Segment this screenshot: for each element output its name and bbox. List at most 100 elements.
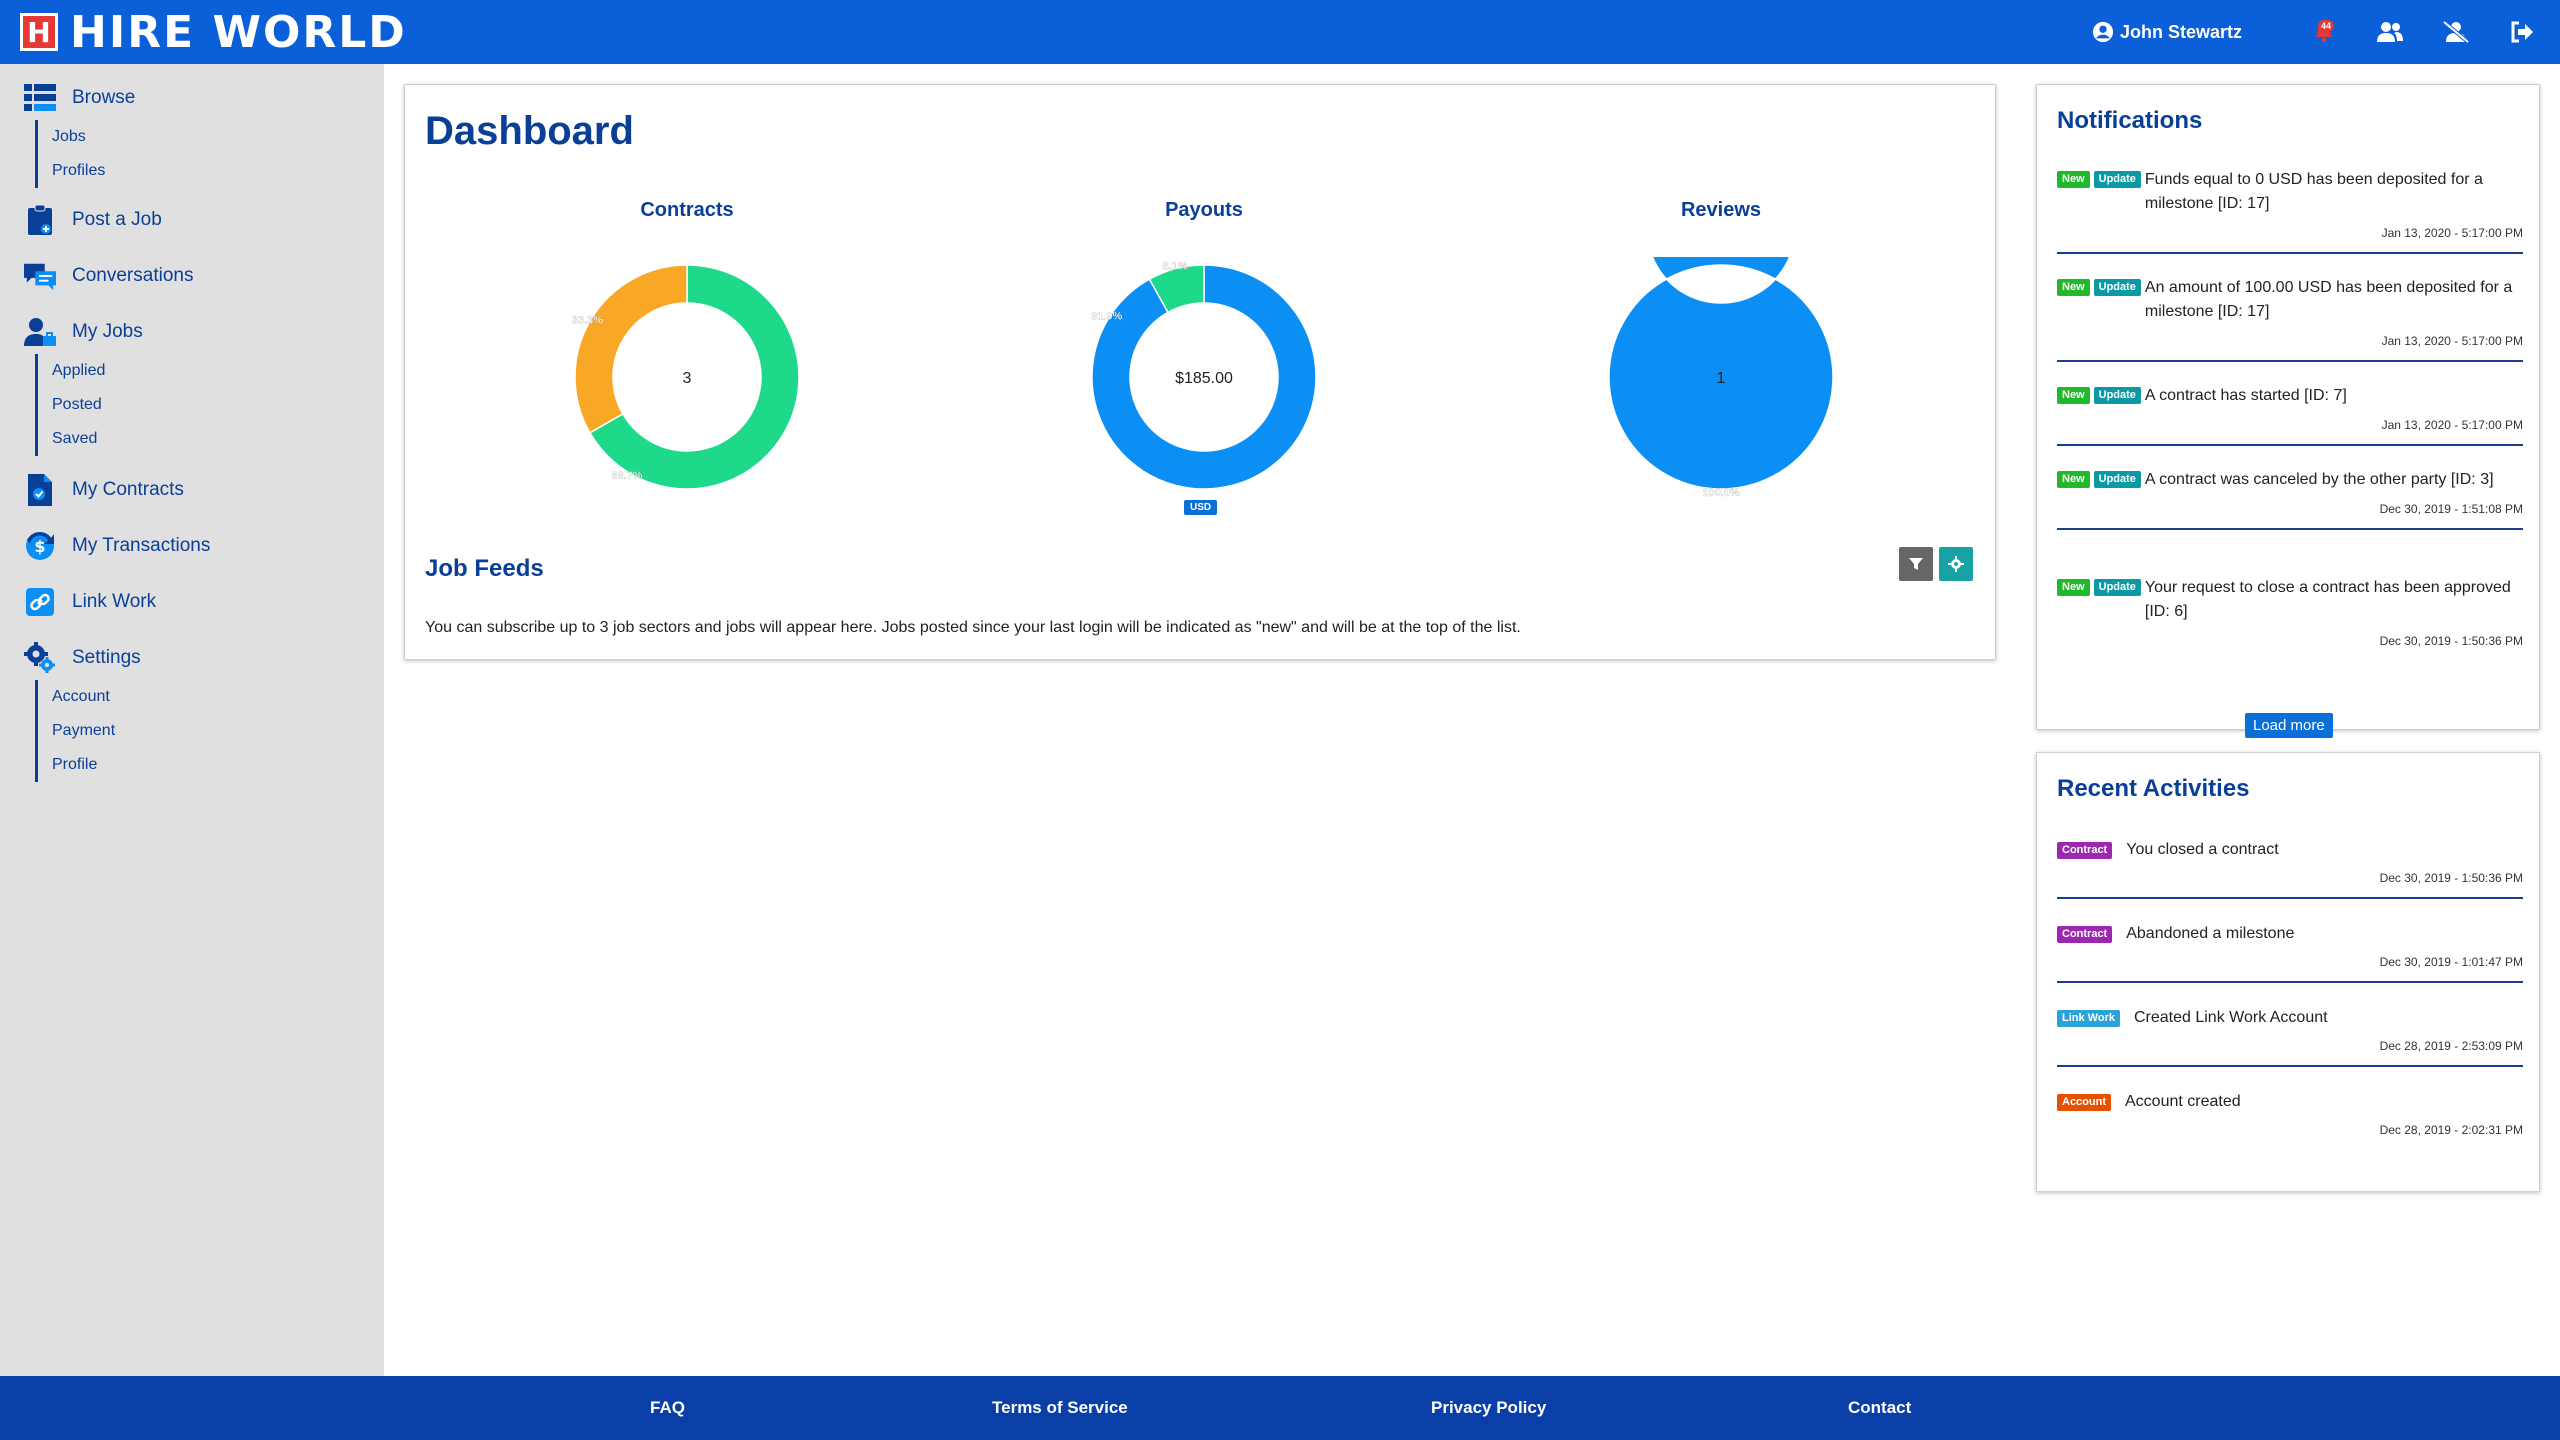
logo-mark: H — [20, 13, 58, 51]
update-tag: Update — [2093, 171, 2141, 188]
recent-activities-card: Recent Activities Contract You closed a c… — [2036, 752, 2540, 1192]
notification-item[interactable]: New Update A contract has started [ID: 7] … — [2057, 387, 2523, 446]
sidebar-item-label: My Jobs — [72, 321, 143, 342]
notification-item[interactable]: New Update An amount of 100.00 USD has bee… — [2057, 279, 2523, 362]
contract-tag: Contract — [2057, 925, 2113, 943]
sidebar-item-post-job[interactable]: Post a Job — [24, 202, 162, 238]
sidebar-item-my-jobs[interactable]: My Jobs — [24, 314, 143, 350]
activity-date: Dec 28, 2019 - 2:53:09 PM — [2379, 1039, 2523, 1053]
sidebar-item-conversations[interactable]: Conversations — [24, 258, 193, 294]
notification-item[interactable]: New Update Funds equal to 0 USD has been d… — [2057, 171, 2523, 254]
activity-message: Created Link Work Account — [2133, 1009, 2328, 1026]
sidebar-subitem-applied[interactable]: Applied — [52, 354, 143, 388]
sidebar-item-label: My Contracts — [72, 479, 184, 500]
divider — [2057, 1065, 2523, 1067]
logout-button[interactable] — [2502, 12, 2542, 52]
notification-date: Dec 30, 2019 - 1:50:36 PM — [2379, 634, 2523, 648]
footer-link-contact[interactable]: Contact — [1848, 1398, 1911, 1418]
sidebar-item-my-transactions[interactable]: $ My Transactions — [24, 528, 210, 564]
sidebar-conversations: Conversations — [24, 258, 193, 294]
logout-icon — [2511, 21, 2533, 43]
new-tag: New — [2057, 579, 2090, 596]
footer-link-terms[interactable]: Terms of Service — [992, 1398, 1128, 1418]
link-icon — [24, 586, 56, 618]
slice-label: 91.9% — [1091, 311, 1122, 323]
footer-link-faq[interactable]: FAQ — [650, 1398, 685, 1418]
user-slash-button[interactable] — [2436, 12, 2476, 52]
notification-item[interactable]: New Update Your request to close a contrac… — [2057, 579, 2523, 648]
divider — [2057, 444, 2523, 446]
divider — [2057, 528, 2523, 530]
sidebar-settings: Settings Account Payment Profile — [24, 640, 141, 782]
sidebar-subitem-posted[interactable]: Posted — [52, 388, 143, 422]
donut-center-label: 3 — [683, 370, 692, 387]
sidebar-item-link-work[interactable]: Link Work — [24, 584, 156, 620]
notification-date: Jan 13, 2020 - 5:17:00 PM — [2381, 334, 2523, 348]
alerts-button[interactable]: 44 — [2304, 12, 2344, 52]
notification-message: An amount of 100.00 USD has been deposit… — [2144, 279, 2513, 320]
job-feeds-description: You can subscribe up to 3 job sectors an… — [425, 619, 1521, 636]
chart-title-contracts: Contracts — [640, 199, 734, 221]
activity-date: Dec 30, 2019 - 1:01:47 PM — [2379, 955, 2523, 969]
notification-message: A contract was canceled by the other par… — [2144, 471, 2494, 488]
sidebar-subitem-payment[interactable]: Payment — [52, 714, 141, 748]
slice-label: 100.0% — [1702, 487, 1740, 497]
notification-message: Funds equal to 0 USD has been deposited … — [2144, 171, 2483, 212]
activity-item: Contract Abandoned a milestone Dec 30, 20… — [2057, 925, 2523, 983]
slice-label: 66.7% — [611, 470, 642, 482]
notifications-card: Notifications New Update Funds equal to 0 … — [2036, 84, 2540, 738]
donut-center-label: 1 — [1717, 370, 1726, 387]
activity-date: Dec 30, 2019 - 1:50:36 PM — [2379, 871, 2523, 885]
sidebar-item-label: Post a Job — [72, 209, 162, 230]
sidebar: Browse Jobs Profiles Post a Job Conversa… — [0, 64, 384, 1376]
new-tag: New — [2057, 387, 2090, 404]
user-name: John Stewartz — [2119, 21, 2242, 42]
recent-activities-title: Recent Activities — [2057, 775, 2250, 802]
top-bar: H HIRE WORLD John Stewartz 44 — [0, 0, 2560, 64]
divider — [2057, 360, 2523, 362]
sidebar-subitem-saved[interactable]: Saved — [52, 422, 143, 456]
currency-tag[interactable]: USD — [1184, 500, 1218, 515]
notification-date: Jan 13, 2020 - 5:17:00 PM — [2381, 226, 2523, 240]
load-more-button[interactable]: Load more — [2245, 713, 2333, 738]
dashboard-card: Dashboard Contracts Payouts Reviews 66.7… — [404, 84, 1996, 660]
footer-link-privacy[interactable]: Privacy Policy — [1431, 1398, 1546, 1418]
donut-center-label: $185.00 — [1175, 370, 1233, 387]
top-nav: John Stewartz 44 — [2092, 0, 2542, 64]
user-briefcase-icon — [24, 316, 56, 348]
new-tag: New — [2057, 279, 2090, 296]
notification-item[interactable]: New Update A contract was canceled by the … — [2057, 471, 2523, 530]
sidebar-post-job: Post a Job — [24, 202, 162, 238]
sidebar-link-work: Link Work — [24, 584, 156, 620]
contract-icon — [24, 474, 56, 506]
feed-settings-button[interactable] — [1939, 547, 1973, 581]
user-menu[interactable]: John Stewartz — [2092, 21, 2242, 43]
filter-button[interactable] — [1899, 547, 1933, 581]
sidebar-item-my-contracts[interactable]: My Contracts — [24, 472, 184, 508]
logo[interactable]: H HIRE WORLD — [20, 7, 407, 58]
new-tag: New — [2057, 171, 2090, 188]
users-button[interactable] — [2370, 12, 2410, 52]
chart-title-payouts: Payouts — [1165, 199, 1243, 221]
payouts-donut-chart: 91.9% 8.1% $185.00 — [1091, 261, 1317, 490]
donut-slice[interactable] — [574, 264, 688, 434]
clipboard-icon — [24, 204, 56, 236]
sidebar-subitem-account[interactable]: Account — [52, 680, 141, 714]
activity-message: You closed a contract — [2126, 841, 2279, 858]
sidebar-item-label: Link Work — [72, 591, 157, 612]
chart-title-reviews: Reviews — [1680, 199, 1762, 221]
sidebar-subitem-jobs[interactable]: Jobs — [52, 120, 135, 154]
sidebar-subitem-profile[interactable]: Profile — [52, 748, 141, 782]
sidebar-my-jobs: My Jobs Applied Posted Saved — [24, 314, 143, 456]
job-feeds-title: Job Feeds — [425, 555, 544, 582]
sidebar-item-browse[interactable]: Browse — [24, 80, 135, 116]
activity-message: Account created — [2125, 1093, 2241, 1110]
alert-badge: 44 — [2317, 20, 2334, 32]
sidebar-subitem-profiles[interactable]: Profiles — [52, 154, 135, 188]
update-tag: Update — [2093, 579, 2141, 596]
sidebar-item-settings[interactable]: Settings — [24, 640, 141, 676]
users-icon — [2377, 22, 2403, 42]
link-work-tag: Link Work — [2057, 1009, 2120, 1027]
sidebar-item-label: Browse — [72, 87, 136, 108]
gears-icon — [24, 642, 56, 674]
